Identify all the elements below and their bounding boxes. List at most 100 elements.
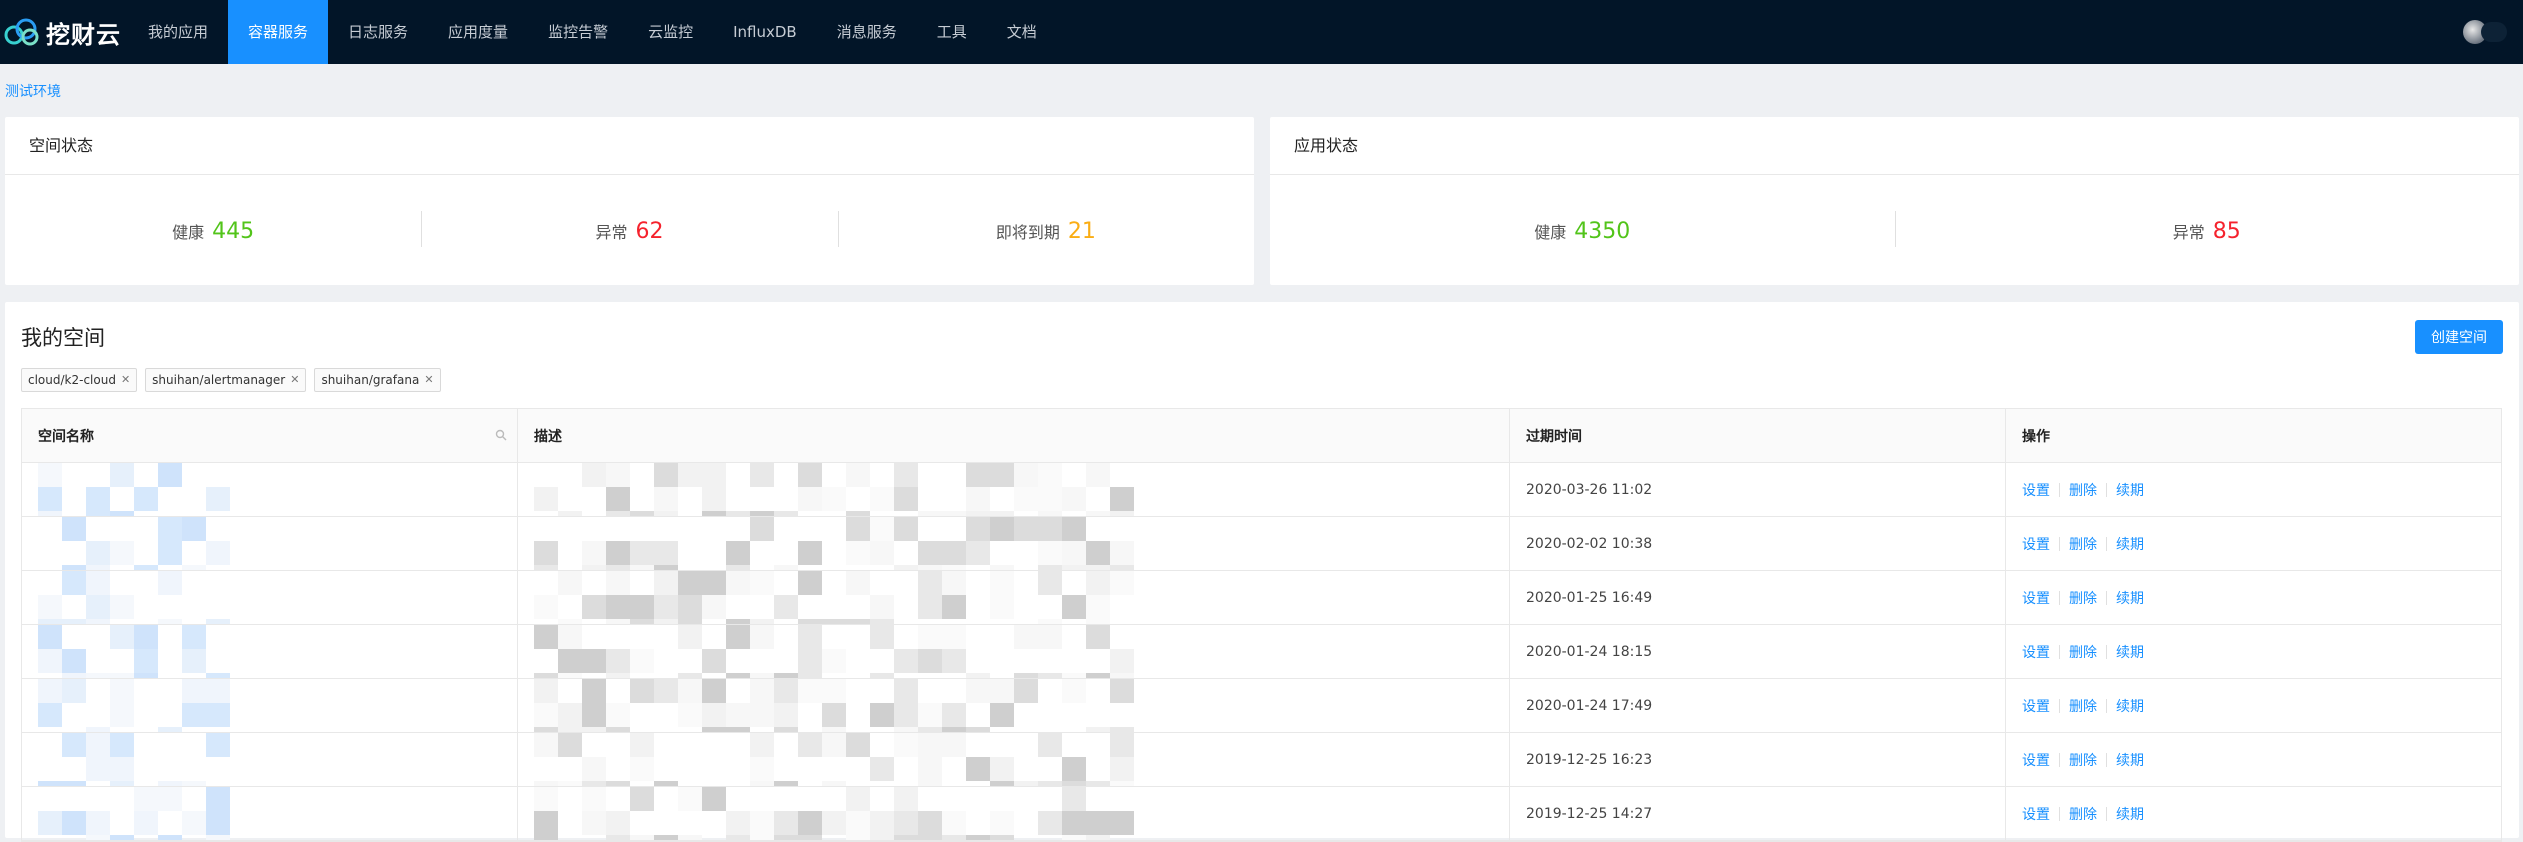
delete-link[interactable]: 删除 [2069,804,2097,824]
action-divider [2106,536,2107,551]
column-header-actions: 操作 [2022,428,2050,445]
redacted-content [534,517,1134,570]
nav-item-4[interactable]: 监控告警 [528,0,628,64]
redacted-content [38,679,230,732]
delete-link[interactable]: 删除 [2069,750,2097,770]
filter-tag-label: shuihan/grafana [321,373,420,387]
nav-item-1[interactable]: 容器服务 [228,0,329,64]
delete-link[interactable]: 删除 [2069,588,2097,608]
nav-item-5[interactable]: 云监控 [628,0,713,64]
stat-value[interactable]: 21 [1068,219,1096,244]
space-name-cell[interactable] [22,787,518,840]
description-cell [518,625,1510,678]
stat-value[interactable]: 445 [212,219,254,244]
redacted-content [534,571,1134,624]
settings-link[interactable]: 设置 [2022,642,2050,662]
expire-time: 2020-01-24 17:49 [1526,697,1653,714]
renew-link[interactable]: 续期 [2116,588,2144,608]
space-status-stats: 健康 445 异常 62 即将到期 21 [5,175,1254,287]
stat-label: 健康 [172,223,205,242]
avatar-username-blurred [2481,22,2507,42]
nav-item-0[interactable]: 我的应用 [128,0,228,64]
delete-link[interactable]: 删除 [2069,534,2097,554]
delete-link[interactable]: 删除 [2069,642,2097,662]
description-cell [518,733,1510,786]
space-name-cell[interactable] [22,571,518,624]
close-icon[interactable]: ✕ [290,369,299,391]
redacted-content [38,787,230,840]
redacted-content [534,733,1134,786]
settings-link[interactable]: 设置 [2022,696,2050,716]
column-header-expire-time: 过期时间 [1510,409,2006,462]
search-icon[interactable] [495,429,507,441]
redacted-content [534,787,1134,840]
brand-logo[interactable]: 挖财云 [4,14,121,50]
renew-link[interactable]: 续期 [2116,696,2144,716]
cloud-logo-icon [4,18,39,46]
stat-value[interactable]: 85 [2213,219,2241,244]
settings-link[interactable]: 设置 [2022,534,2050,554]
nav-item-2[interactable]: 日志服务 [328,0,428,64]
action-divider [2059,806,2060,821]
settings-link[interactable]: 设置 [2022,588,2050,608]
expire-time-cell: 2019-12-25 14:27 [1510,787,2006,840]
settings-link[interactable]: 设置 [2022,804,2050,824]
nav-item-9[interactable]: 文档 [987,0,1057,64]
renew-link[interactable]: 续期 [2116,480,2144,500]
delete-link[interactable]: 删除 [2069,696,2097,716]
filter-tag: shuihan/alertmanager ✕ [145,368,307,392]
expire-time-cell: 2020-01-24 18:15 [1510,625,2006,678]
app-status-card: 应用状态 健康 4350 异常 85 [1270,117,2519,285]
delete-link[interactable]: 删除 [2069,480,2097,500]
create-space-button[interactable]: 创建空间 [2415,320,2503,354]
spaces-table: 空间名称 描述 过期时间 操作 2020-03-26 11:02 设置 删除 续期 20… [21,408,2502,842]
nav-item-8[interactable]: 工具 [917,0,987,64]
expire-time-cell: 2020-01-24 17:49 [1510,679,2006,732]
close-icon[interactable]: ✕ [121,369,130,391]
app-status-stats: 健康 4350 异常 85 [1270,175,2519,287]
stat-label: 异常 [2172,223,2205,242]
space-name-cell[interactable] [22,733,518,786]
action-divider [2106,806,2107,821]
renew-link[interactable]: 续期 [2116,534,2144,554]
nav-item-7[interactable]: 消息服务 [817,0,917,64]
renew-link[interactable]: 续期 [2116,750,2144,770]
action-divider [2059,698,2060,713]
top-navbar: 挖财云 我的应用 容器服务 日志服务 应用度量 监控告警 云监控 InfluxDB 消息服务工… [0,0,2523,64]
stat-value[interactable]: 4350 [1574,219,1630,244]
settings-link[interactable]: 设置 [2022,750,2050,770]
nav-item-6[interactable]: InfluxDB [713,0,817,64]
expire-time-cell: 2020-01-25 16:49 [1510,571,2006,624]
actions-cell: 设置 删除 续期 [2006,571,2501,624]
main-nav: 我的应用 容器服务 日志服务 应用度量 监控告警 云监控 InfluxDB 消息服务 工具 文档 [128,0,1057,64]
my-spaces-card: 我的空间 创建空间 cloud/k2-cloud ✕ shuihan/alertma… [5,302,2519,842]
settings-link[interactable]: 设置 [2022,480,2050,500]
actions-cell: 设置 删除 续期 [2006,733,2501,786]
table-row: 2020-01-25 16:49 设置 删除 续期 [22,571,2501,625]
nav-item-3[interactable]: 应用度量 [428,0,528,64]
space-name-cell[interactable] [22,517,518,570]
table-row: 2020-02-02 10:38 设置 删除 续期 [22,517,2501,571]
column-header-space-name: 空间名称 [22,409,518,462]
space-name-cell[interactable] [22,625,518,678]
action-divider [2106,698,2107,713]
filter-tag: cloud/k2-cloud ✕ [21,368,138,392]
description-cell [518,571,1510,624]
table-row: 2019-12-25 16:23 设置 删除 续期 [22,733,2501,787]
renew-link[interactable]: 续期 [2116,804,2144,824]
space_status-stat-2: 即将到期 21 [837,175,1254,287]
stat-label: 即将到期 [995,223,1060,242]
description-cell [518,679,1510,732]
description-cell [518,517,1510,570]
environment-link[interactable]: 测试环境 [5,81,61,101]
space-name-cell[interactable] [22,463,518,516]
action-divider [2059,590,2060,605]
action-divider [2106,644,2107,659]
user-avatar[interactable] [2463,20,2507,44]
space-name-cell[interactable] [22,679,518,732]
renew-link[interactable]: 续期 [2116,642,2144,662]
redacted-content [38,463,230,516]
close-icon[interactable]: ✕ [424,369,433,391]
stat-value[interactable]: 62 [636,219,664,244]
column-header-label: 空间名称 [38,428,94,445]
